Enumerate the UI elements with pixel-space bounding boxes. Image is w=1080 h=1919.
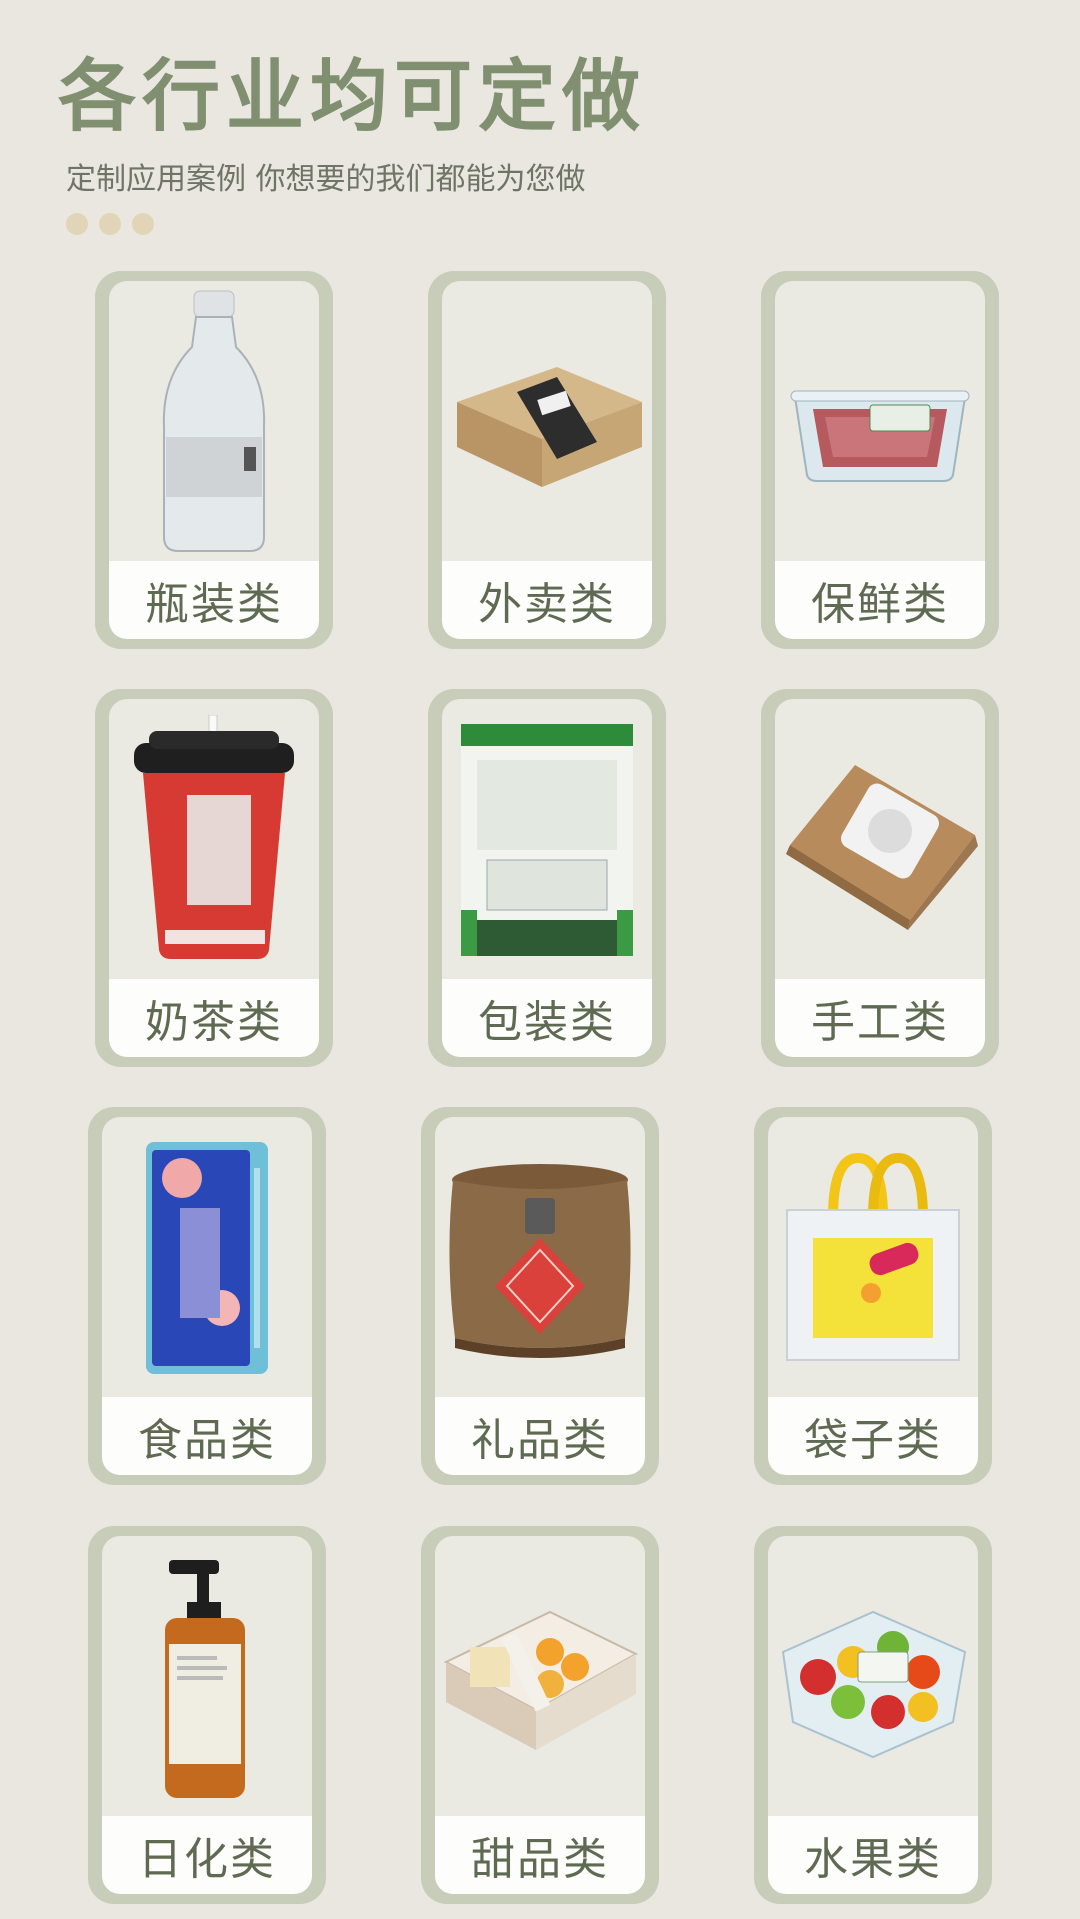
category-card-takeout[interactable]: 外卖类 [428,271,666,649]
category-label: 奶茶类 [145,997,283,1048]
takeout-box-icon [442,281,652,563]
category-label: 袋子类 [804,1415,942,1466]
pump-bottle-icon [102,1536,312,1818]
milk-tea-cup-icon [109,699,319,981]
decorative-dots [66,213,154,235]
dot [66,213,88,235]
dot [132,213,154,235]
kraft-box-icon [775,699,985,981]
category-card-fruits[interactable]: 水果类 [754,1526,992,1904]
tote-bag-icon [768,1117,978,1399]
category-card-desserts[interactable]: 甜品类 [421,1526,659,1904]
category-card-gift[interactable]: 礼品类 [421,1107,659,1485]
category-label: 手工类 [811,997,949,1048]
category-card-food[interactable]: 食品类 [88,1107,326,1485]
category-card-milk-tea[interactable]: 奶茶类 [95,689,333,1067]
category-card-bags[interactable]: 袋子类 [754,1107,992,1485]
category-label: 瓶装类 [145,579,283,630]
water-bottle-icon [109,281,319,563]
category-card-handmade[interactable]: 手工类 [761,689,999,1067]
category-label: 礼品类 [471,1415,609,1466]
category-card-fresh[interactable]: 保鲜类 [761,271,999,649]
category-label: 外卖类 [478,579,616,630]
category-label: 甜品类 [471,1834,609,1885]
dot [99,213,121,235]
category-label: 保鲜类 [811,579,949,630]
wooden-gift-barrel-icon [435,1117,645,1399]
fruit-container-icon [768,1536,978,1818]
stand-up-pouch-icon [442,699,652,981]
category-label: 日化类 [138,1834,276,1885]
category-label: 包装类 [478,997,616,1048]
category-label: 水果类 [804,1834,942,1885]
food-package-icon [102,1117,312,1399]
category-card-daily-chemicals[interactable]: 日化类 [88,1526,326,1904]
category-card-bottles[interactable]: 瓶装类 [95,271,333,649]
category-label: 食品类 [138,1415,276,1466]
page-subtitle: 定制应用案例 你想要的我们都能为您做 [66,162,586,197]
fresh-meat-container-icon [775,281,985,563]
page-title: 各行业均可定做 [58,52,647,142]
dessert-box-icon [435,1536,645,1818]
category-card-packaging[interactable]: 包装类 [428,689,666,1067]
